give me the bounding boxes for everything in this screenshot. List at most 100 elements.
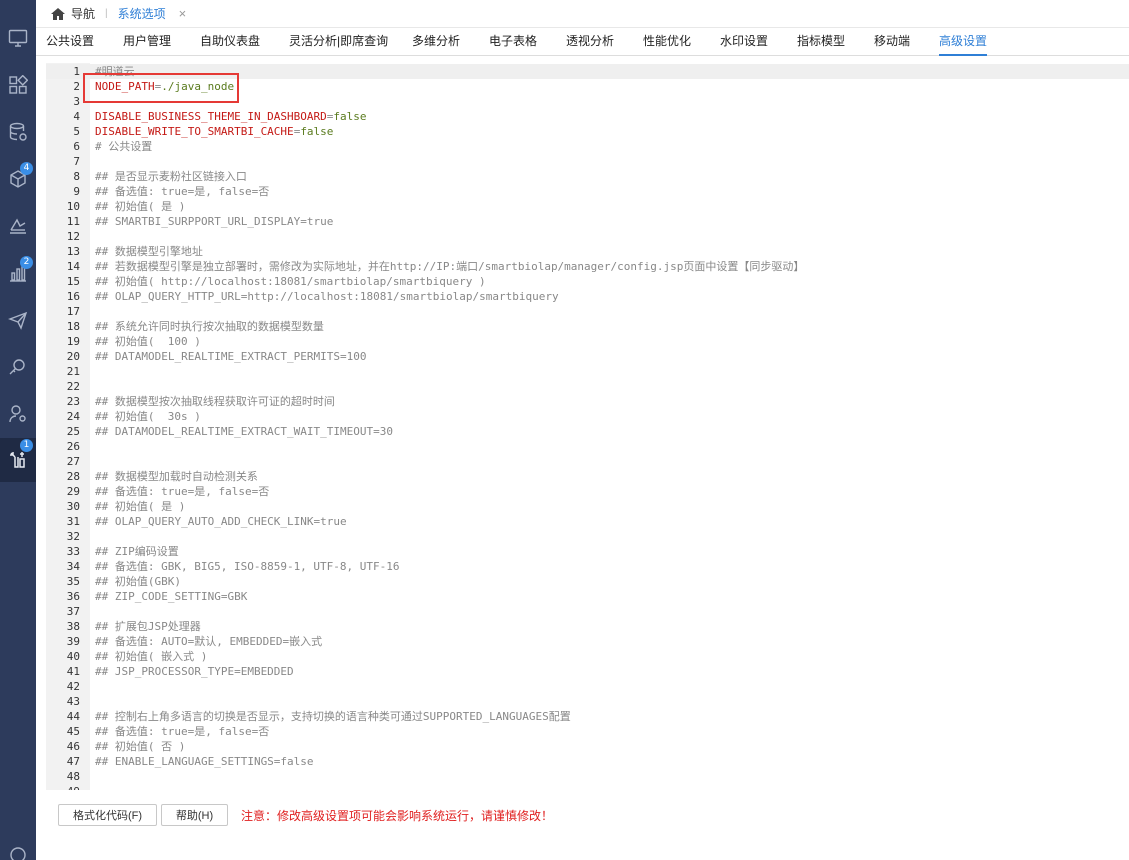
settings-tab-8[interactable]: 水印设置 [720, 28, 768, 56]
code-line[interactable]: 33 ## ZIP编码设置 [46, 544, 1129, 559]
code-line[interactable]: 5 DISABLE_WRITE_TO_SMARTBI_CACHE=false [46, 124, 1129, 139]
line-number: 43 [66, 695, 80, 708]
code-line[interactable]: 20 ## DATAMODEL_REALTIME_EXTRACT_PERMITS=… [46, 349, 1129, 364]
send-icon[interactable] [0, 302, 36, 338]
code-line[interactable]: 45 ## 备选值: true=是, false=否 [46, 724, 1129, 739]
code-line[interactable]: 19 ## 初始值( 100 ) [46, 334, 1129, 349]
code-line[interactable]: 37 [46, 604, 1129, 619]
code-text: ## 数据模型引擎地址 [95, 245, 203, 258]
line-number: 30 [66, 500, 80, 513]
settings-tab-6[interactable]: 透视分析 [566, 28, 614, 56]
line-number: 42 [66, 680, 80, 693]
code-line[interactable]: 42 [46, 679, 1129, 694]
mining-icon[interactable] [0, 349, 36, 385]
code-editor[interactable]: 1 #明道云 2 NODE_PATH=./java_node 3 4 DISABLE_BUS… [46, 63, 1129, 790]
line-number: 1 [73, 65, 80, 78]
settings-tab-0[interactable]: 公共设置 [46, 28, 94, 56]
help-button[interactable]: 帮助(H) [161, 804, 228, 826]
code-line[interactable]: 11 ## SMARTBI_SURPPORT_URL_DISPLAY=true [46, 214, 1129, 229]
code-line[interactable]: 44 ## 控制右上角多语言的切换是否显示，支持切换的语言种类可通过SUPPORT… [46, 709, 1129, 724]
settings-tab-2[interactable]: 自助仪表盘 [200, 28, 260, 56]
nav-home-label[interactable]: 导航 [71, 5, 95, 22]
code-line[interactable]: 7 [46, 154, 1129, 169]
code-line[interactable]: 4 DISABLE_BUSINESS_THEME_IN_DASHBOARD=fal… [46, 109, 1129, 124]
settings-tab-11[interactable]: 高级设置 [939, 28, 988, 56]
monitor-icon[interactable] [0, 20, 36, 56]
database-icon[interactable] [0, 114, 36, 150]
line-number: 38 [66, 620, 80, 633]
code-line[interactable]: 23 ## 数据模型按次抽取线程获取许可证的超时时间 [46, 394, 1129, 409]
code-line[interactable]: 34 ## 备选值: GBK, BIG5, ISO-8859-1, UTF-8, … [46, 559, 1129, 574]
analysis-ramp-icon[interactable] [0, 208, 36, 244]
code-line[interactable]: 48 [46, 769, 1129, 784]
line-number: 26 [66, 440, 80, 453]
bar-chart-icon[interactable]: 2 [0, 255, 36, 291]
code-line[interactable]: 43 [46, 694, 1129, 709]
code-line[interactable]: 8 ## 是否显示麦粉社区链接入口 [46, 169, 1129, 184]
code-text: ## 控制右上角多语言的切换是否显示，支持切换的语言种类可通过SUPPORTED… [95, 710, 571, 723]
code-line[interactable]: 16 ## OLAP_QUERY_HTTP_URL=http://localhos… [46, 289, 1129, 304]
cube-icon[interactable]: 4 [0, 161, 36, 197]
code-line[interactable]: 38 ## 扩展包JSP处理器 [46, 619, 1129, 634]
tab-system-options[interactable]: 系统选项 [118, 5, 166, 22]
code-text: ## ZIP_CODE_SETTING=GBK [95, 590, 248, 603]
close-tab-icon[interactable]: × [179, 6, 187, 21]
code-line[interactable]: 9 ## 备选值: true=是, false=否 [46, 184, 1129, 199]
settings-tab-5[interactable]: 电子表格 [489, 28, 537, 56]
code-text: ## 是否显示麦粉社区链接入口 [95, 170, 247, 183]
code-text: ## 备选值: true=是, false=否 [95, 185, 270, 198]
settings-tab-1[interactable]: 用户管理 [123, 28, 171, 56]
profile-icon[interactable] [0, 845, 36, 860]
code-line[interactable]: 35 ## 初始值(GBK) [46, 574, 1129, 589]
code-line[interactable]: 17 [46, 304, 1129, 319]
code-line[interactable]: 25 ## DATAMODEL_REALTIME_EXTRACT_WAIT_TIM… [46, 424, 1129, 439]
code-line[interactable]: 30 ## 初始值( 是 ) [46, 499, 1129, 514]
settings-tab-4[interactable]: 多维分析 [412, 28, 460, 56]
code-text: ## 数据模型加载时自动检测关系 [95, 470, 258, 483]
line-number: 12 [66, 230, 80, 243]
line-number: 21 [66, 365, 80, 378]
code-line[interactable]: 31 ## OLAP_QUERY_AUTO_ADD_CHECK_LINK=true [46, 514, 1129, 529]
line-number: 44 [66, 710, 80, 723]
home-icon[interactable] [50, 7, 66, 21]
code-line[interactable]: 21 [46, 364, 1129, 379]
code-text: ## 初始值( 是 ) [95, 500, 186, 513]
code-line[interactable]: 26 [46, 439, 1129, 454]
line-number: 34 [66, 560, 80, 573]
line-number: 36 [66, 590, 80, 603]
dashboard-grid-icon[interactable] [0, 67, 36, 103]
code-line[interactable]: 36 ## ZIP_CODE_SETTING=GBK [46, 589, 1129, 604]
line-number: 4 [73, 110, 80, 123]
user-settings-icon[interactable] [0, 396, 36, 432]
tools-icon[interactable]: 1 [0, 438, 36, 482]
code-line[interactable]: 29 ## 备选值: true=是, false=否 [46, 484, 1129, 499]
code-line[interactable]: 27 [46, 454, 1129, 469]
code-line[interactable]: 40 ## 初始值( 嵌入式 ) [46, 649, 1129, 664]
code-text: ## OLAP_QUERY_AUTO_ADD_CHECK_LINK=true [95, 515, 347, 528]
code-line[interactable]: 18 ## 系统允许同时执行按次抽取的数据模型数量 [46, 319, 1129, 334]
line-number: 13 [66, 245, 80, 258]
code-line[interactable]: 14 ## 若数据模型引擎是独立部署时，需修改为实际地址，并在http://IP:… [46, 259, 1129, 274]
code-line[interactable]: 10 ## 初始值( 是 ) [46, 199, 1129, 214]
settings-tab-3[interactable]: 灵活分析|即席查询 [289, 28, 388, 56]
code-line[interactable]: 39 ## 备选值: AUTO=默认, EMBEDDED=嵌入式 [46, 634, 1129, 649]
code-line[interactable]: 6 # 公共设置 [46, 139, 1129, 154]
line-number: 11 [66, 215, 80, 228]
code-line[interactable]: 24 ## 初始值( 30s ) [46, 409, 1129, 424]
code-line[interactable]: 15 ## 初始值( http://localhost:18081/smartbi… [46, 274, 1129, 289]
code-line[interactable]: 32 [46, 529, 1129, 544]
line-number: 7 [73, 155, 80, 168]
code-line[interactable]: 28 ## 数据模型加载时自动检测关系 [46, 469, 1129, 484]
format-code-button[interactable]: 格式化代码(F) [58, 804, 157, 826]
code-line[interactable]: 49 [46, 784, 1129, 790]
settings-tab-9[interactable]: 指标模型 [797, 28, 845, 56]
settings-tab-10[interactable]: 移动端 [874, 28, 910, 56]
code-line[interactable]: 46 ## 初始值( 否 ) [46, 739, 1129, 754]
code-line[interactable]: 22 [46, 379, 1129, 394]
settings-tab-7[interactable]: 性能优化 [643, 28, 691, 56]
code-line[interactable]: 47 ## ENABLE_LANGUAGE_SETTINGS=false [46, 754, 1129, 769]
code-line[interactable]: 41 ## JSP_PROCESSOR_TYPE=EMBEDDED [46, 664, 1129, 679]
code-text: ## 系统允许同时执行按次抽取的数据模型数量 [95, 320, 324, 333]
code-line[interactable]: 12 [46, 229, 1129, 244]
code-line[interactable]: 13 ## 数据模型引擎地址 [46, 244, 1129, 259]
